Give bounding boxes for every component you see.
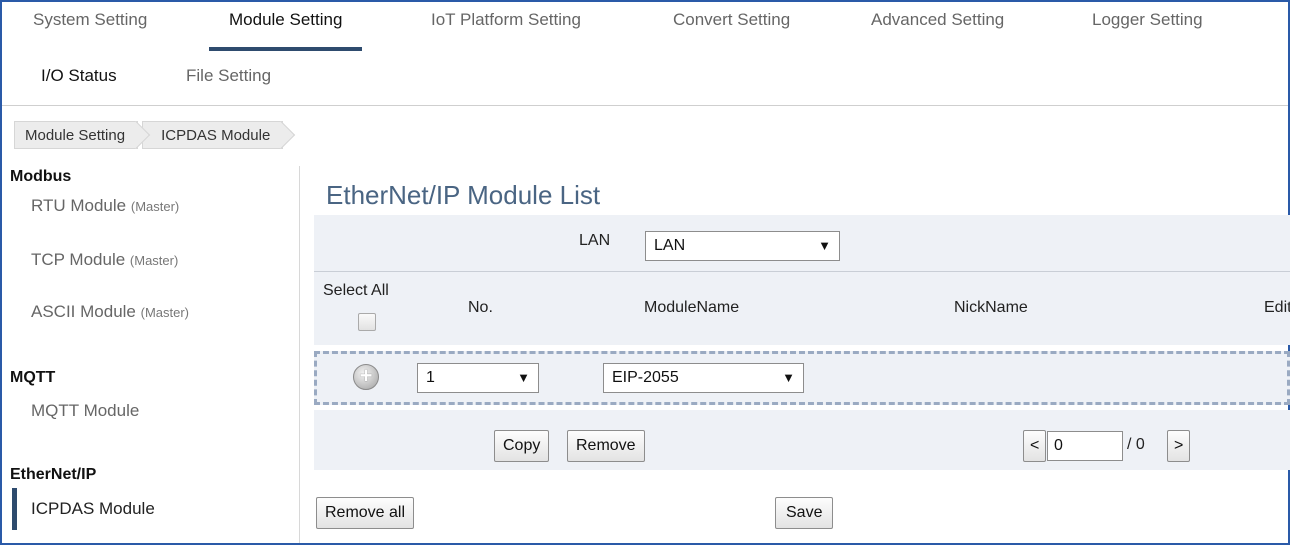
- copy-button[interactable]: Copy: [494, 430, 550, 462]
- sidebar-item-mqtt-module[interactable]: MQTT Module: [31, 401, 139, 421]
- remove-button[interactable]: Remove: [567, 430, 645, 462]
- next-page-button[interactable]: >: [1167, 430, 1191, 462]
- prev-page-button[interactable]: <: [1023, 430, 1047, 462]
- sidebar-item-label: RTU Module: [31, 196, 127, 215]
- page-total: / 0: [1127, 436, 1145, 453]
- select-all-checkbox[interactable]: [358, 313, 376, 331]
- chevron-down-icon: ▼: [782, 370, 795, 385]
- tab-io-status[interactable]: I/O Status: [41, 66, 117, 86]
- save-button[interactable]: Save: [775, 497, 834, 529]
- tab-file-setting[interactable]: File Setting: [186, 66, 271, 86]
- column-select-all: Select All: [323, 282, 389, 299]
- module-number-value: 1: [426, 369, 435, 386]
- lan-select-value: LAN: [654, 237, 686, 254]
- tab-convert-setting[interactable]: Convert Setting: [673, 10, 790, 30]
- breadcrumb: Module Setting ICPDAS Module: [14, 121, 287, 149]
- module-number-select[interactable]: 1 ▼: [417, 363, 539, 393]
- tab-logger-setting[interactable]: Logger Setting: [1092, 10, 1203, 30]
- sidebar-section-ethernetip: EtherNet/IP: [10, 466, 97, 483]
- breadcrumb-icpdas-module[interactable]: ICPDAS Module: [142, 121, 284, 149]
- tab-module-setting[interactable]: Module Setting: [208, 10, 363, 51]
- column-edit: Edit: [1264, 299, 1290, 316]
- lan-label: LAN: [579, 232, 611, 249]
- lan-panel: LAN LAN ▼: [314, 215, 1290, 272]
- column-nick-name: NickName: [954, 299, 1028, 316]
- lan-select[interactable]: LAN ▼: [645, 231, 840, 261]
- active-item-marker: [12, 488, 17, 530]
- page-number-input[interactable]: 0: [1047, 431, 1123, 461]
- table-header: Select All No. ModuleName NickName Edit: [314, 272, 1290, 345]
- sidebar-item-ascii-module[interactable]: ASCII Module (Master): [31, 302, 189, 322]
- module-name-value: EIP-2055: [612, 369, 679, 386]
- sidebar-section-mqtt: MQTT: [10, 369, 56, 386]
- tab-iot-platform-setting[interactable]: IoT Platform Setting: [431, 10, 581, 30]
- sidebar-item-note: (Master): [140, 305, 190, 320]
- breadcrumb-module-setting[interactable]: Module Setting: [14, 121, 139, 149]
- page-title: EtherNet/IP Module List: [326, 180, 601, 210]
- module-name-select[interactable]: EIP-2055 ▼: [603, 363, 804, 393]
- tab-system-setting[interactable]: System Setting: [33, 10, 147, 30]
- sidebar-item-rtu-module[interactable]: RTU Module (Master): [31, 196, 179, 216]
- top-nav: System Setting Module Setting IoT Platfo…: [2, 2, 1288, 106]
- sidebar-item-note: (Master): [130, 199, 180, 214]
- tab-advanced-setting[interactable]: Advanced Setting: [871, 10, 1004, 30]
- sidebar-item-tcp-module[interactable]: TCP Module (Master): [31, 250, 178, 270]
- chevron-down-icon: ▼: [818, 238, 831, 253]
- table-footer: Copy Remove < 0 / 0 >: [314, 410, 1290, 470]
- new-module-row: + 1 ▼ EIP-2055 ▼: [314, 351, 1290, 405]
- sidebar-divider: [299, 166, 300, 543]
- sidebar-item-label: ASCII Module: [31, 302, 136, 321]
- sidebar-section-modbus: Modbus: [10, 168, 72, 185]
- chevron-down-icon: ▼: [517, 370, 530, 385]
- sidebar-item-note: (Master): [129, 253, 179, 268]
- add-icon[interactable]: +: [353, 364, 379, 390]
- remove-all-button[interactable]: Remove all: [316, 497, 415, 529]
- column-no: No.: [468, 299, 493, 316]
- column-module-name: ModuleName: [644, 299, 740, 316]
- sidebar-item-label: TCP Module: [31, 250, 126, 269]
- sidebar-item-icpdas-module[interactable]: ICPDAS Module: [31, 499, 155, 519]
